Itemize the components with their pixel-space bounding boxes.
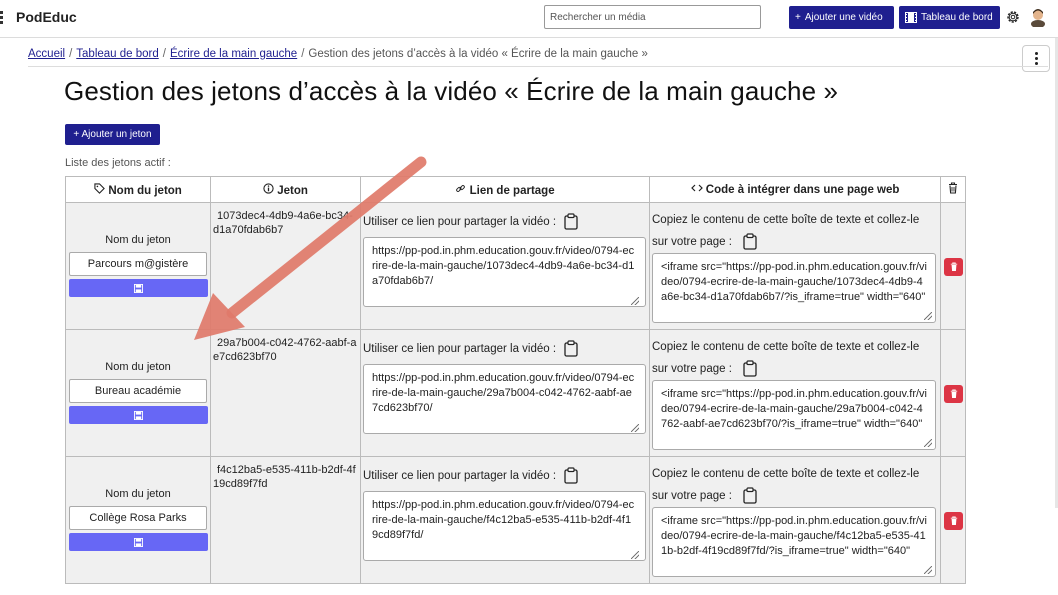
divider bbox=[28, 66, 1048, 67]
share-link-field[interactable]: https://pp-pod.in.phm.education.gouv.fr/… bbox=[363, 364, 646, 434]
name-label: Nom du jeton bbox=[105, 234, 171, 246]
delete-button[interactable] bbox=[944, 258, 963, 276]
header-code: Code à intégrer dans une page web bbox=[649, 176, 941, 203]
token-value: 29a7b004-c042-4762-aabf-ae7cd623bf70 bbox=[213, 337, 357, 363]
token-name-input[interactable] bbox=[69, 252, 207, 276]
embed-code-field[interactable]: <iframe src="https://pp-pod.in.phm.educa… bbox=[652, 380, 936, 450]
brand-logo[interactable]: PodEduc bbox=[16, 9, 77, 25]
resize-grip-icon[interactable] bbox=[631, 424, 639, 432]
tokens-table: Nom du jeton Jeton Lien de partage Code … bbox=[65, 176, 966, 584]
breadcrumb-dashboard[interactable]: Tableau de bord bbox=[76, 48, 158, 60]
add-token-button[interactable]: + Ajouter un jeton bbox=[65, 124, 160, 145]
code-cell: Copiez le contenu de cette boîte de text… bbox=[649, 456, 941, 584]
top-navbar: PodEduc + Ajouter une vidéo Tableau de b… bbox=[0, 0, 1058, 38]
share-link-field[interactable]: https://pp-pod.in.phm.education.gouv.fr/… bbox=[363, 491, 646, 561]
resize-grip-icon[interactable] bbox=[924, 566, 932, 574]
token-cell: 1073dec4-4db9-4a6e-bc34-d1a70fdab6b7 bbox=[210, 202, 361, 330]
avatar-icon[interactable] bbox=[1029, 7, 1047, 27]
delete-button[interactable] bbox=[944, 385, 963, 403]
name-cell: Nom du jeton bbox=[65, 329, 211, 457]
table-row: Nom du jeton 1073dec4-4db9-4a6e-bc34-d1a… bbox=[65, 202, 966, 330]
embed-code-field[interactable]: <iframe src="https://pp-pod.in.phm.educa… bbox=[652, 507, 936, 577]
breadcrumb: Accueil / Tableau de bord / Écrire de la mai… bbox=[28, 48, 648, 60]
save-button[interactable] bbox=[68, 533, 208, 551]
token-value: f4c12ba5-e535-411b-b2df-4f19cd89f7fd bbox=[213, 464, 356, 490]
trash-icon bbox=[950, 516, 957, 525]
code-icon bbox=[690, 184, 703, 192]
clipboard-icon[interactable] bbox=[743, 233, 757, 251]
clipboard-icon[interactable] bbox=[564, 213, 578, 230]
link-cell: Utiliser ce lien pour partager la vidéo … bbox=[360, 329, 650, 457]
add-video-button[interactable]: + Ajouter une vidéo bbox=[789, 6, 894, 29]
link-cell: Utiliser ce lien pour partager la vidéo … bbox=[360, 202, 650, 330]
link-cell: Utiliser ce lien pour partager la vidéo … bbox=[360, 456, 650, 584]
embed-code-field[interactable]: <iframe src="https://pp-pod.in.phm.educa… bbox=[652, 253, 936, 323]
delete-cell bbox=[940, 329, 966, 457]
breadcrumb-home[interactable]: Accueil bbox=[28, 48, 65, 60]
clipboard-icon[interactable] bbox=[564, 340, 578, 357]
breadcrumb-current: Gestion des jetons d’accès à la vidéo « … bbox=[308, 48, 648, 60]
name-cell: Nom du jeton bbox=[65, 456, 211, 584]
film-icon bbox=[905, 12, 917, 23]
resize-grip-icon[interactable] bbox=[924, 439, 932, 447]
share-link-field[interactable]: https://pp-pod.in.phm.education.gouv.fr/… bbox=[363, 237, 646, 307]
table-row: Nom du jeton 29a7b004-c042-4762-aabf-ae7… bbox=[65, 329, 966, 457]
code-text: Copiez le contenu de cette boîte de text… bbox=[652, 341, 920, 375]
token-cell: f4c12ba5-e535-411b-b2df-4f19cd89f7fd bbox=[210, 456, 361, 584]
share-text: Utiliser ce lien pour partager la vidéo … bbox=[363, 342, 557, 355]
name-label: Nom du jeton bbox=[105, 361, 171, 373]
dashboard-label: Tableau de bord bbox=[921, 12, 993, 23]
add-token-label: Ajouter un jeton bbox=[81, 129, 152, 140]
code-cell: Copiez le contenu de cette boîte de text… bbox=[649, 329, 941, 457]
header-name: Nom du jeton bbox=[65, 176, 211, 203]
header-link: Lien de partage bbox=[360, 176, 650, 203]
link-icon bbox=[456, 184, 466, 192]
share-text: Utiliser ce lien pour partager la vidéo … bbox=[363, 469, 557, 482]
code-text: Copiez le contenu de cette boîte de text… bbox=[652, 468, 920, 502]
save-button[interactable] bbox=[68, 406, 208, 424]
plus-icon: + bbox=[795, 12, 801, 23]
page-title: Gestion des jetons d’accès à la vidéo « … bbox=[64, 76, 839, 106]
trash-icon bbox=[950, 262, 957, 271]
token-cell: 29a7b004-c042-4762-aabf-ae7cd623bf70 bbox=[210, 329, 361, 457]
table-row: Nom du jeton f4c12ba5-e535-411b-b2df-4f1… bbox=[65, 456, 966, 584]
delete-cell bbox=[940, 456, 966, 584]
resize-grip-icon[interactable] bbox=[631, 551, 639, 559]
delete-cell bbox=[940, 202, 966, 330]
info-icon bbox=[263, 182, 274, 194]
dashboard-button[interactable]: Tableau de bord bbox=[899, 6, 1000, 29]
save-icon bbox=[133, 410, 143, 420]
tag-icon bbox=[94, 182, 106, 194]
header-delete bbox=[940, 176, 966, 203]
token-name-input[interactable] bbox=[69, 506, 207, 530]
code-text: Copiez le contenu de cette boîte de text… bbox=[652, 214, 920, 248]
name-label: Nom du jeton bbox=[105, 488, 171, 500]
save-icon bbox=[133, 283, 143, 293]
add-video-label: Ajouter une vidéo bbox=[804, 12, 883, 23]
trash-icon bbox=[950, 389, 957, 398]
resize-grip-icon[interactable] bbox=[631, 297, 639, 305]
more-options-button[interactable] bbox=[1022, 45, 1050, 72]
token-list-label: Liste des jetons actif : bbox=[65, 157, 171, 169]
trash-icon bbox=[949, 182, 957, 194]
share-text: Utiliser ce lien pour partager la vidéo … bbox=[363, 215, 557, 228]
code-cell: Copiez le contenu de cette boîte de text… bbox=[649, 202, 941, 330]
save-button[interactable] bbox=[68, 279, 208, 297]
token-value: 1073dec4-4db9-4a6e-bc34-d1a70fdab6b7 bbox=[213, 210, 353, 236]
search-input[interactable] bbox=[544, 5, 761, 29]
save-icon bbox=[133, 537, 143, 547]
gear-icon[interactable] bbox=[1005, 9, 1021, 25]
clipboard-icon[interactable] bbox=[564, 467, 578, 484]
token-name-input[interactable] bbox=[69, 379, 207, 403]
name-cell: Nom du jeton bbox=[65, 202, 211, 330]
resize-grip-icon[interactable] bbox=[924, 312, 932, 320]
delete-button[interactable] bbox=[944, 512, 963, 530]
header-token: Jeton bbox=[210, 176, 361, 203]
menu-icon[interactable] bbox=[0, 11, 4, 25]
clipboard-icon[interactable] bbox=[743, 360, 757, 378]
breadcrumb-video[interactable]: Écrire de la main gauche bbox=[170, 48, 297, 60]
clipboard-icon[interactable] bbox=[743, 487, 757, 505]
